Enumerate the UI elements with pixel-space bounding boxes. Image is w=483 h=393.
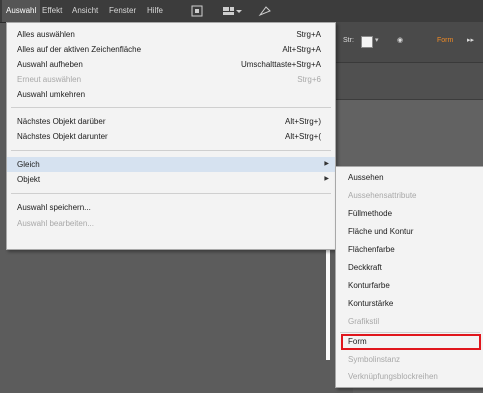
stroke-dropdown[interactable]: ▾ [375,36,379,44]
submenu-item-flaeche-und-kontur[interactable]: Fläche und Kontur [336,223,483,241]
menu-item-shortcut: Alt+Strg+) [284,117,321,126]
menu-effekt[interactable]: Effekt [38,0,66,22]
menu-hilfe[interactable]: Hilfe [143,0,167,22]
submenu-item-label: Deckkraft [348,263,382,272]
menu-item-label: Auswahl speichern... [17,203,91,212]
submenu-item-deckkraft[interactable]: Deckkraft [336,259,483,277]
menu-item-label: Auswahl bearbeiten... [17,219,94,228]
menu-item-label: Nächstes Objekt darunter [17,132,108,141]
submenu-arrow-icon: ▶ [324,161,329,167]
menu-item-label: Nächstes Objekt darüber [17,117,106,126]
gpu-icon[interactable] [258,5,272,17]
menu-auswahl[interactable]: Auswahl [2,0,41,22]
submenu-item-label: Aussehensattribute [348,191,417,200]
menu-item-naechstes-objekt-darunter[interactable]: Nächstes Objekt darunter Alt+Strg+( [7,129,335,144]
control-panel: Str: ▾ ◉ Form ▸▸ [333,22,483,63]
menu-item-alles-auswaehlen[interactable]: Alles auswählen Strg+A [7,27,335,42]
menu-item-label: Auswahl aufheben [17,60,83,69]
menu-item-auswahl-speichern[interactable]: Auswahl speichern... [7,200,335,215]
menu-item-label: Alles auf der aktiven Zeichenfläche [17,45,142,54]
gleich-submenu: Aussehen Aussehensattribute Füllmethode … [335,166,483,388]
menu-separator [11,150,331,151]
auswahl-dropdown-menu: Alles auswählen Strg+A Alles auf der akt… [6,22,336,250]
menu-bar: Auswahl Effekt Ansicht Fenster Hilfe [0,0,483,23]
menu-item-label: Objekt [17,175,41,184]
menu-item-shortcut: Strg+A [296,30,321,39]
submenu-item-label: Füllmethode [348,209,393,218]
submenu-item-verknuepfungsblockreihen: Verknüpfungsblockreihen [336,368,483,386]
submenu-item-label: Flächenfarbe [348,245,395,254]
submenu-item-konturstaerke[interactable]: Konturstärke [336,295,483,313]
menu-separator [11,107,331,108]
menu-item-naechstes-objekt-darueber[interactable]: Nächstes Objekt darüber Alt+Strg+) [7,114,335,129]
menu-item-auswahl-umkehren[interactable]: Auswahl umkehren [7,87,335,102]
submenu-item-label: Konturfarbe [348,281,390,290]
canvas-area [0,250,353,393]
stroke-label: Str: [343,37,354,44]
menu-item-shortcut: Alt+Strg+( [284,132,321,141]
menu-item-erneut-auswaehlen: Erneut auswählen Strg+6 [7,72,335,87]
menu-item-alles-auf-zeichenflaeche[interactable]: Alles auf der aktiven Zeichenfläche Alt+… [7,42,335,57]
menu-item-label: Alles auswählen [17,30,75,39]
submenu-item-konturfarbe[interactable]: Konturfarbe [336,277,483,295]
submenu-item-flaechenfarbe[interactable]: Flächenfarbe [336,241,483,259]
submenu-item-fuellmethode[interactable]: Füllmethode [336,205,483,223]
menu-ansicht[interactable]: Ansicht [68,0,102,22]
bridge-icon[interactable] [191,5,203,17]
submenu-item-grafikstil: Grafikstil [336,313,483,331]
submenu-item-label: Verknüpfungsblockreihen [348,372,438,381]
submenu-item-label: Symbolinstanz [348,355,401,364]
submenu-item-aussehen[interactable]: Aussehen [336,169,483,187]
menu-item-shortcut: Alt+Strg+A [282,45,321,54]
menu-item-auswahl-bearbeiten: Auswahl bearbeiten... [7,216,335,231]
submenu-item-aussehensattribute: Aussehensattribute [336,187,483,205]
menu-item-auswahl-aufheben[interactable]: Auswahl aufheben Umschalttaste+Strg+A [7,57,335,72]
stroke-swatch[interactable] [361,36,373,48]
more-icon[interactable]: ▸▸ [467,36,474,44]
submenu-item-label: Fläche und Kontur [348,227,414,236]
menu-item-label: Gleich [17,160,40,169]
menu-item-objekt[interactable]: Objekt ▶ [7,172,335,187]
menu-item-shortcut: Umschalttaste+Strg+A [240,60,321,69]
menu-item-label: Auswahl umkehren [17,90,86,99]
menu-fenster[interactable]: Fenster [105,0,140,22]
submenu-item-symbolinstanz: Symbolinstanz [336,351,483,369]
submenu-item-label: Grafikstil [348,317,380,326]
submenu-arrow-icon: ▶ [324,176,329,182]
submenu-item-label: Konturstärke [348,299,394,308]
opacity-icon[interactable]: ◉ [397,36,403,44]
submenu-item-label: Aussehen [348,173,384,182]
arrange-documents-icon[interactable] [222,5,242,17]
style-link[interactable]: Form [437,37,453,44]
menu-item-shortcut: Strg+6 [297,75,321,84]
menu-item-label: Erneut auswählen [17,75,82,84]
tab-strip [333,63,483,100]
highlight-outline [341,334,481,350]
menu-item-gleich[interactable]: Gleich ▶ [7,157,335,172]
menu-separator [11,193,331,194]
